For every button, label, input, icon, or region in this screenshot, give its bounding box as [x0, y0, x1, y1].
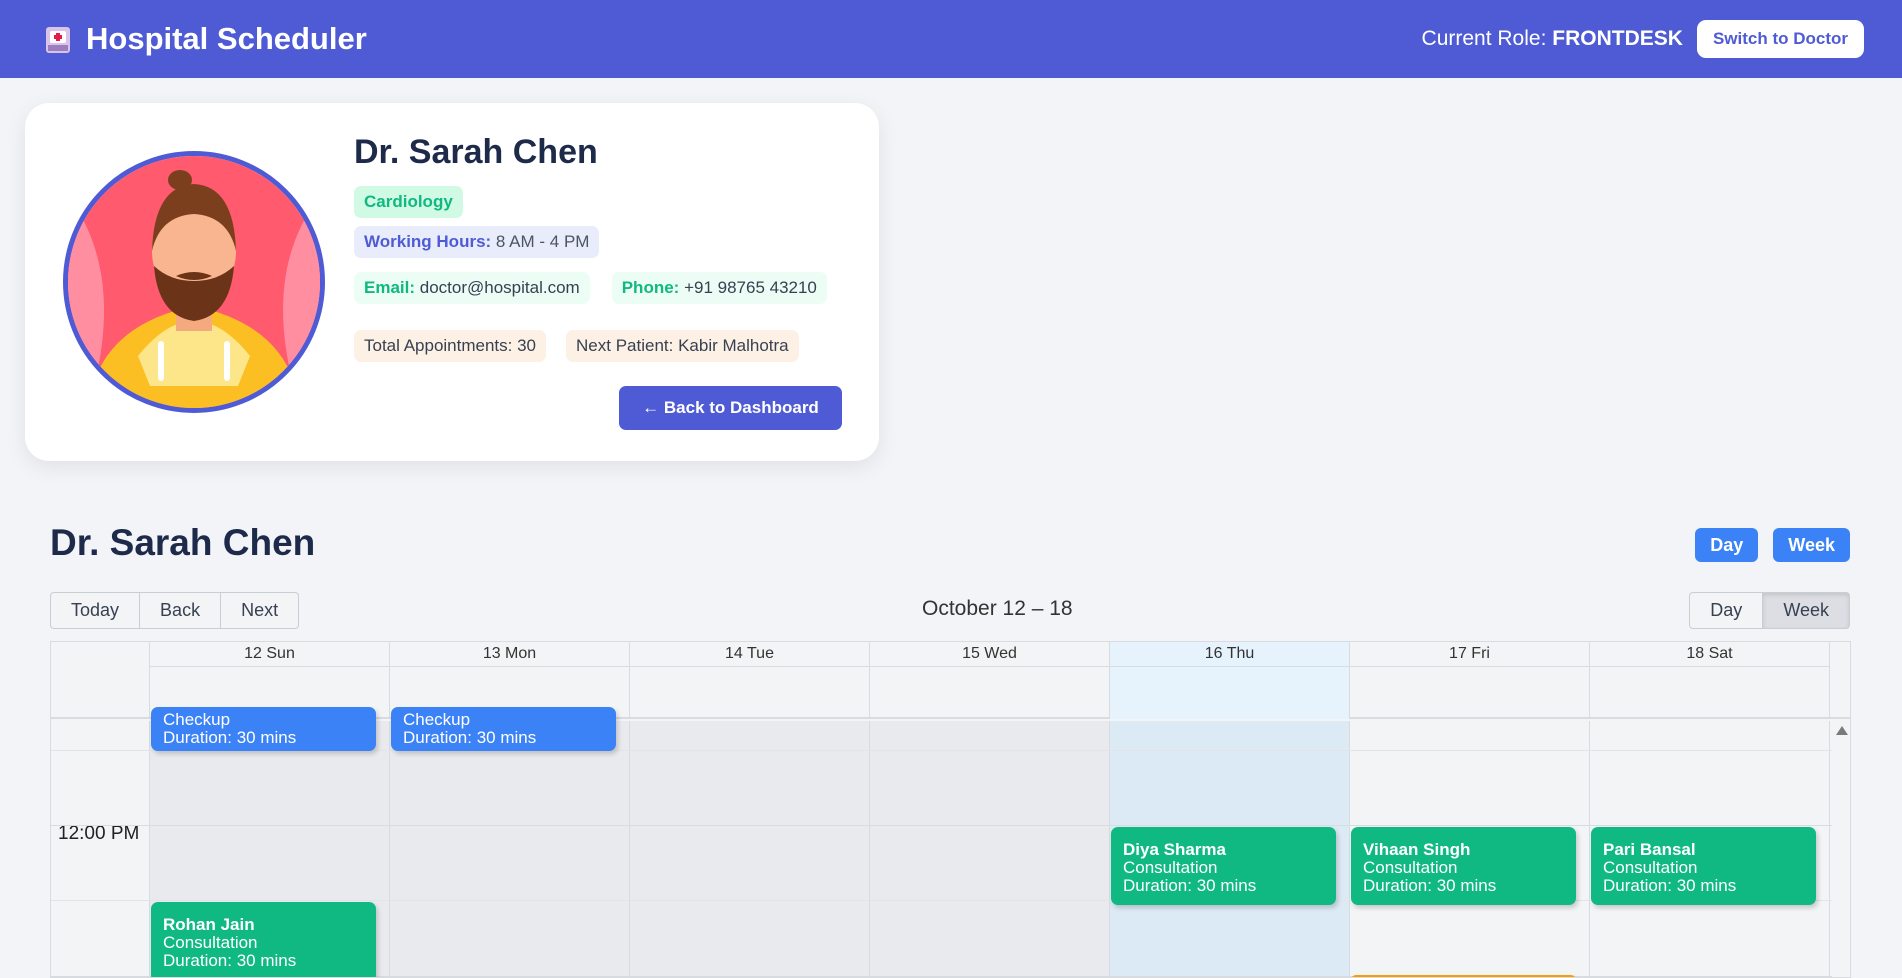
appointment-event[interactable]: Checkup Duration: 30 mins — [151, 707, 376, 751]
time-gutter-header — [51, 642, 150, 719]
doctor-name: Dr. Sarah Chen — [354, 133, 598, 171]
appointment-event[interactable]: Rohan Jain Consultation Duration: 30 min… — [151, 902, 376, 977]
profile-info: Dr. Sarah Chen Cardiology Working Hours:… — [354, 133, 854, 362]
specialty-badge: Cardiology — [354, 186, 463, 218]
email-chip: Email: doctor@hospital.com — [354, 272, 590, 304]
patient-name: Vihaan Singh — [1363, 840, 1471, 859]
time-gutter: 12:00 PM — [51, 721, 150, 977]
phone-label: Phone: — [621, 278, 680, 297]
event-duration: Duration: 30 mins — [1363, 876, 1497, 895]
schedule-title: Dr. Sarah Chen — [50, 522, 316, 563]
day-header-fri[interactable]: 17 Fri — [1350, 642, 1590, 719]
view-switcher: Day Week — [1695, 528, 1850, 562]
time-label: 12:00 PM — [58, 823, 140, 844]
hospital-icon — [44, 23, 74, 55]
patient-name: Rohan Jain — [163, 915, 255, 934]
day-column[interactable] — [630, 721, 870, 977]
event-duration: Duration: 30 mins — [1603, 876, 1737, 895]
appointment-event[interactable]: Diya Sharma Consultation Duration: 30 mi… — [1111, 827, 1336, 905]
patient-name: Pari Bansal — [1603, 840, 1696, 859]
day-column[interactable] — [390, 721, 630, 977]
day-label: 16 Thu — [1110, 642, 1349, 667]
appointment-event[interactable]: Vihaan Singh Consultation Duration: 30 m… — [1351, 827, 1576, 905]
day-label: 18 Sat — [1590, 642, 1829, 667]
appointment-event[interactable]: Checkup Duration: 30 mins — [391, 707, 616, 751]
event-type: Consultation — [1363, 858, 1458, 877]
top-header: Hospital Scheduler Current Role: FRONTDE… — [0, 0, 1902, 78]
working-hours: Working Hours: 8 AM - 4 PM — [354, 226, 600, 258]
day-column[interactable] — [870, 721, 1110, 977]
event-type: Consultation — [163, 933, 258, 952]
appointment-event[interactable]: Pari Bansal Consultation Duration: 30 mi… — [1591, 827, 1816, 905]
working-hours-value: 8 AM - 4 PM — [495, 232, 590, 251]
event-duration: Duration: 30 mins — [403, 728, 537, 747]
avatar — [63, 151, 325, 413]
day-label: 15 Wed — [870, 642, 1109, 667]
back-button[interactable]: Back — [140, 592, 222, 629]
day-header-wed[interactable]: 15 Wed — [870, 642, 1110, 719]
day-header-tue[interactable]: 14 Tue — [630, 642, 870, 719]
event-type: Consultation — [1123, 858, 1218, 877]
event-duration: Duration: 30 mins — [1123, 876, 1257, 895]
brand: Hospital Scheduler — [44, 21, 367, 57]
day-header-sat[interactable]: 18 Sat — [1590, 642, 1830, 719]
day-header-thu[interactable]: 16 Thu — [1110, 642, 1350, 719]
email-label: Email: — [364, 278, 416, 297]
day-view-button[interactable]: Day — [1695, 528, 1759, 562]
phone-chip: Phone: +91 98765 43210 — [611, 272, 827, 304]
switch-role-button[interactable]: Switch to Doctor — [1696, 20, 1864, 58]
date-range-label: October 12 – 18 — [922, 597, 1073, 620]
arrow-up-icon[interactable] — [1836, 726, 1848, 735]
doctor-profile-card: Dr. Sarah Chen Cardiology Working Hours:… — [25, 103, 879, 461]
toggle-week-button[interactable]: Week — [1763, 592, 1850, 629]
event-type: Checkup — [403, 710, 471, 729]
event-duration: Duration: 30 mins — [163, 951, 297, 970]
phone-value: +91 98765 43210 — [684, 278, 817, 297]
working-hours-label: Working Hours: — [364, 232, 492, 251]
day-label: 17 Fri — [1350, 642, 1589, 667]
current-role: Current Role: FRONTDESK — [1422, 27, 1683, 51]
calendar-nav: Today Back Next — [50, 592, 300, 629]
week-view-button[interactable]: Week — [1773, 528, 1850, 562]
day-label: 13 Mon — [390, 642, 629, 667]
today-button[interactable]: Today — [50, 592, 141, 629]
next-button[interactable]: Next — [221, 592, 300, 629]
event-type: Consultation — [1603, 858, 1698, 877]
day-label: 14 Tue — [630, 642, 869, 667]
hour-divider — [51, 825, 1833, 826]
calendar-view-toggle: Day Week — [1689, 592, 1850, 629]
calendar-scrollbar[interactable] — [1832, 721, 1850, 977]
role-value: FRONTDESK — [1552, 27, 1683, 50]
next-patient: Next Patient: Kabir Malhotra — [566, 330, 799, 362]
patient-name: Diya Sharma — [1123, 840, 1226, 859]
email-value: doctor@hospital.com — [419, 278, 580, 297]
day-label: 12 Sun — [150, 642, 389, 667]
event-duration: Duration: 30 mins — [163, 728, 297, 747]
week-calendar: 12 Sun 13 Mon 14 Tue 15 Wed 16 Thu 17 Fr… — [50, 641, 1851, 978]
event-type: Checkup — [163, 710, 231, 729]
calendar-body: 12:00 PM Checkup Duration: 30 mins Check… — [51, 707, 1833, 977]
role-area: Current Role: FRONTDESK Switch to Doctor — [1422, 20, 1864, 58]
toggle-day-button[interactable]: Day — [1689, 592, 1764, 629]
back-to-dashboard-button[interactable]: ← Back to Dashboard — [619, 386, 842, 430]
total-appointments: Total Appointments: 30 — [354, 330, 547, 362]
app-title: Hospital Scheduler — [86, 21, 367, 56]
role-prefix: Current Role: — [1421, 27, 1547, 50]
